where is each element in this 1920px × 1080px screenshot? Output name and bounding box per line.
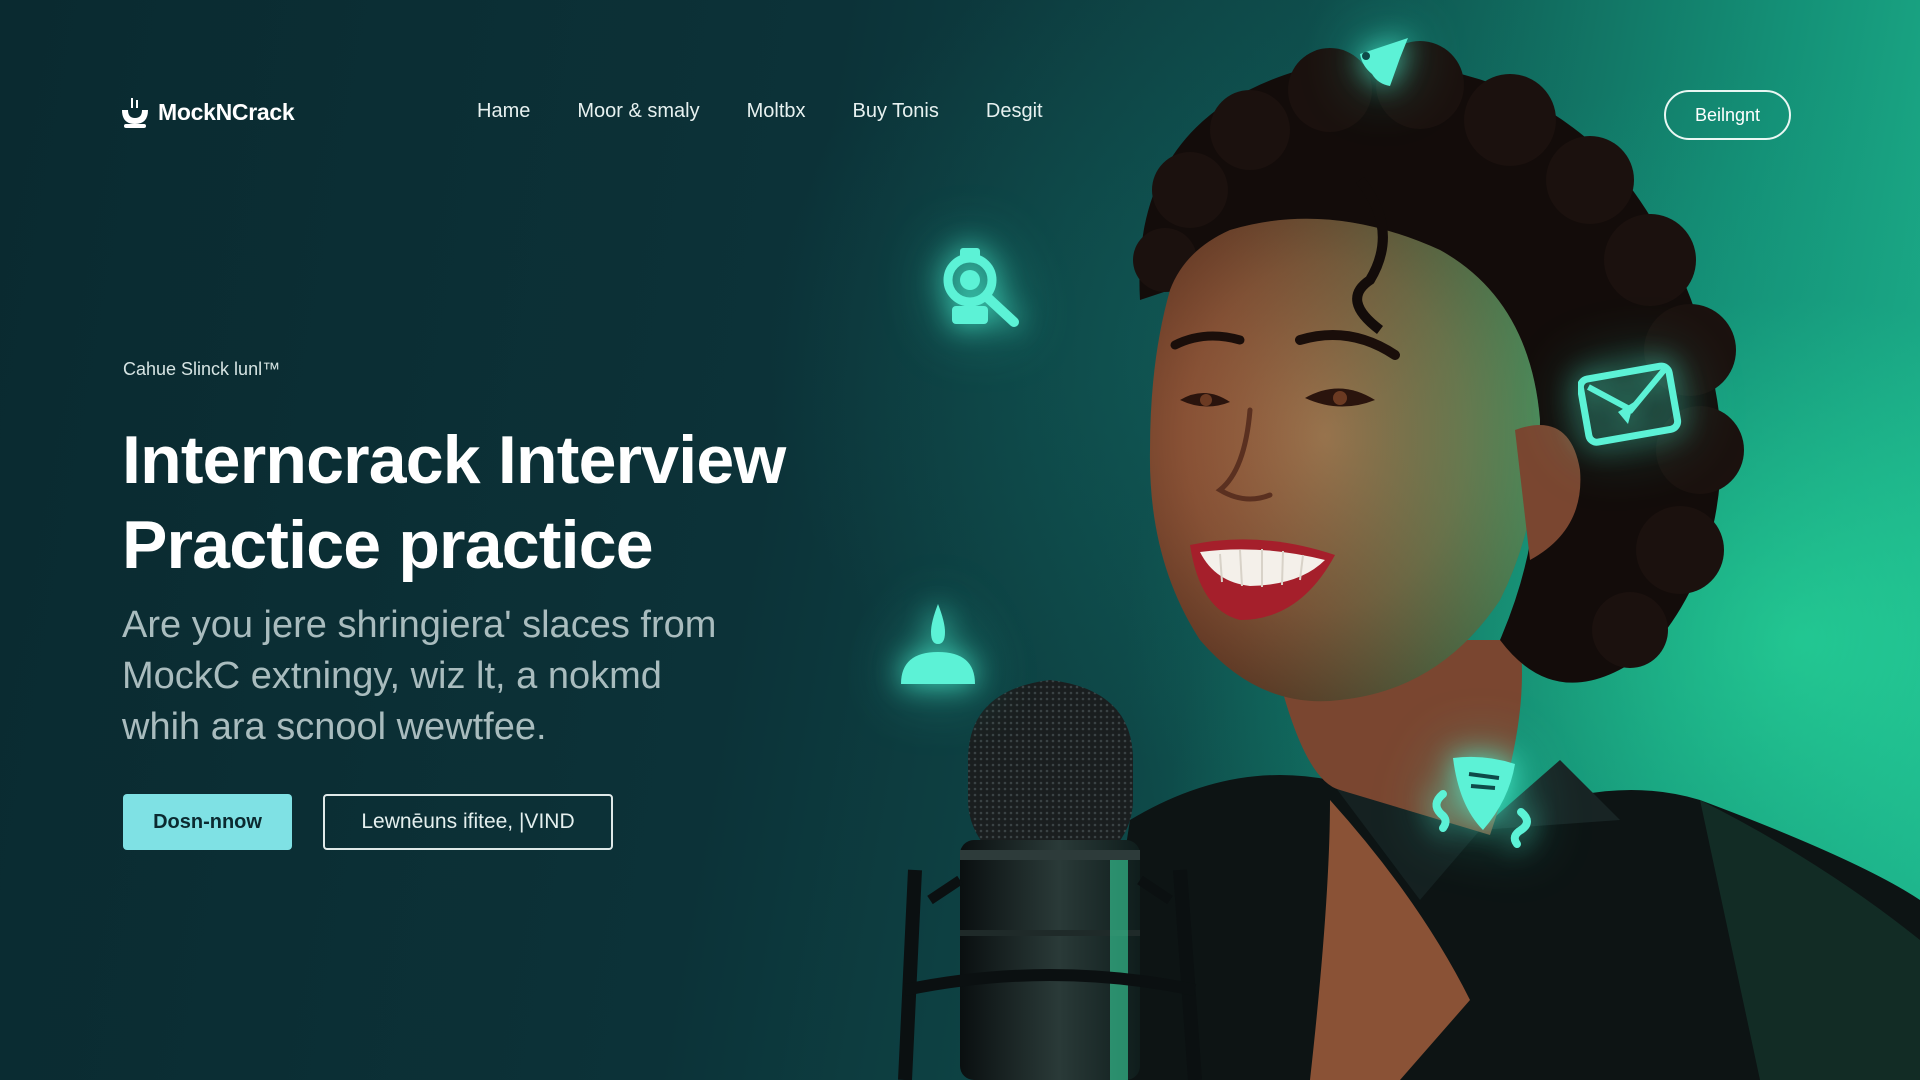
hero-eyebrow: Cahue Slinck lunl™ (123, 359, 281, 379)
subtitle-line-1: Are you jere shringiera' slaces from (122, 604, 717, 646)
headline-line-2: Practice practice (122, 507, 654, 583)
brand-name: MockNCrack (158, 98, 295, 125)
headline-line-1: Interncrack Interview (122, 422, 786, 498)
subtitle-line-2: MockC extningy, wiz lt, a nokmd (122, 655, 662, 697)
envelope-icon (1578, 362, 1682, 446)
nav-link-moor-smaly[interactable]: Moor & smaly (577, 100, 699, 123)
nav-links: Hame Moor & smaly Moltbx Buy Tonis Desgi… (477, 100, 1043, 123)
nav-link-moltbx[interactable]: Moltbx (747, 100, 806, 123)
primary-cta-button[interactable]: Dosn-nnow (123, 794, 292, 850)
hero-subtitle: Are you jere shringiera' slaces from Moc… (122, 600, 762, 753)
secondary-cta-button[interactable]: Lewnēuns ifitee, |VIND (323, 794, 613, 850)
speech-bubble-icon (901, 604, 975, 684)
brand-logo[interactable]: MockNCrack (120, 96, 295, 128)
nav-link-buy-tonis[interactable]: Buy Tonis (853, 100, 939, 123)
shield-arrows-icon (1432, 756, 1531, 848)
magnifier-camera-icon (943, 248, 1019, 327)
top-navigation: MockNCrack Hame Moor & smaly Moltbx Buy … (0, 0, 1920, 230)
hero-headline: Interncrack Interview Practice practice (122, 418, 842, 588)
signin-button[interactable]: Beilngnt (1664, 90, 1791, 140)
microphone-logo-icon (122, 98, 148, 128)
nav-link-desgit[interactable]: Desgit (986, 100, 1043, 123)
landing-page: MockNCrack Hame Moor & smaly Moltbx Buy … (0, 0, 1920, 1080)
subtitle-line-3: whih ara scnool wewtfee. (122, 706, 547, 748)
nav-link-hame[interactable]: Hame (477, 100, 530, 123)
